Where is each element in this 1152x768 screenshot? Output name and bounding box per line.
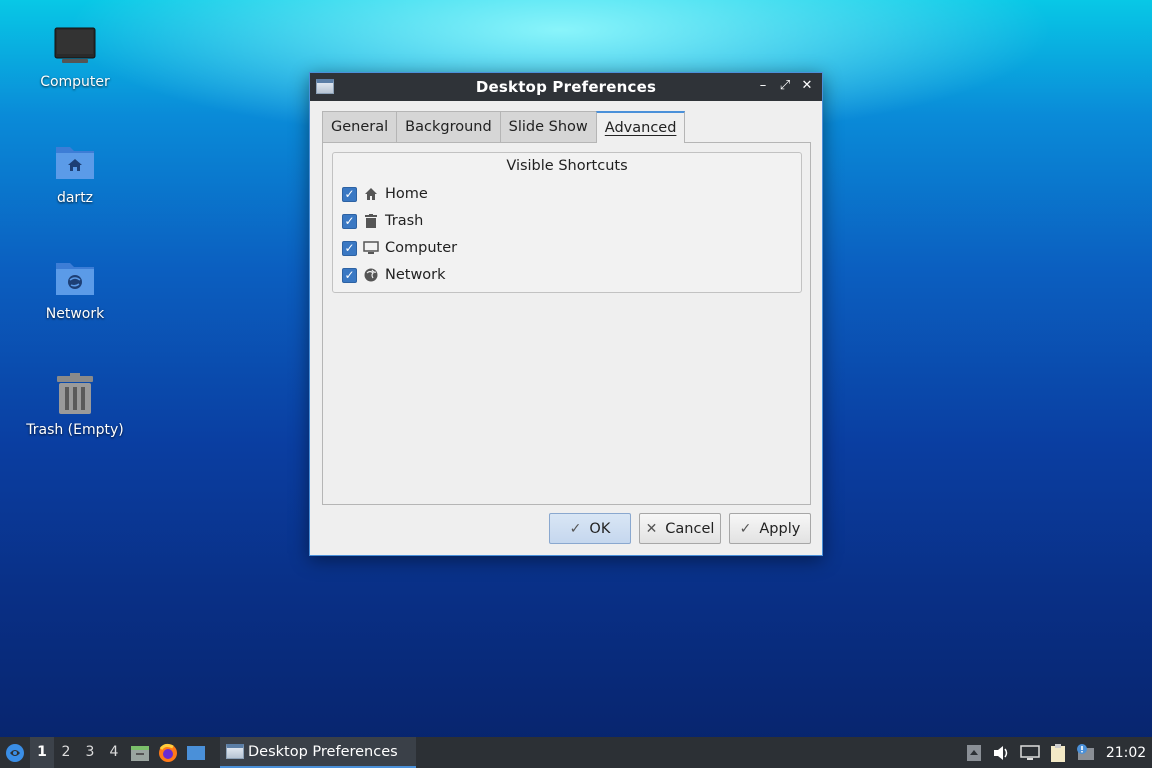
shortcut-row-network[interactable]: ✓ Network [342, 267, 446, 283]
desktop-icon-label: Computer [40, 74, 110, 90]
tab-general[interactable]: General [322, 111, 398, 142]
tray-expand-icon[interactable] [960, 737, 988, 768]
minimize-button[interactable]: – [754, 77, 772, 95]
taskbar-task-desktop-preferences[interactable]: Desktop Preferences [220, 737, 416, 768]
network-status-icon[interactable] [1016, 737, 1044, 768]
firefox-launcher[interactable] [154, 737, 182, 768]
show-desktop-button[interactable] [182, 737, 210, 768]
network-checkbox[interactable]: ✓ [342, 267, 357, 283]
tab-advanced[interactable]: Advanced [595, 111, 686, 143]
checkmark-icon: ✓ [569, 520, 582, 537]
trash-checkbox[interactable]: ✓ [342, 213, 357, 229]
task-label: Desktop Preferences [248, 743, 398, 760]
volume-icon[interactable] [988, 737, 1016, 768]
home-checkbox[interactable]: ✓ [342, 186, 357, 202]
home-icon [363, 186, 379, 202]
workspace-2[interactable]: 2 [54, 737, 78, 768]
tab-slide-show[interactable]: Slide Show [499, 111, 597, 142]
computer-checkbox[interactable]: ✓ [342, 240, 357, 256]
start-menu-button[interactable] [0, 737, 30, 768]
notification-icon[interactable] [1072, 737, 1100, 768]
shortcut-label: Computer [385, 240, 458, 256]
desktop-icon [187, 745, 205, 760]
computer-icon [53, 24, 97, 68]
home-folder-icon [53, 140, 97, 184]
desktop-icon-label: Network [45, 306, 105, 322]
computer-icon [363, 240, 379, 256]
desktop-icon-trash[interactable]: Trash (Empty) [20, 372, 130, 438]
workspace-1[interactable]: 1 [30, 737, 54, 768]
close-button[interactable]: ✕ [798, 77, 816, 95]
checkmark-icon: ✓ [739, 520, 752, 537]
dialog-title: Desktop Preferences [475, 78, 657, 96]
trash-icon [363, 213, 379, 229]
visible-shortcuts-group: Visible Shortcuts ✓ Home ✓ Trash ✓ Compu… [332, 152, 802, 293]
firefox-icon [159, 743, 177, 762]
window-icon [226, 744, 244, 759]
system-tray: 21:02 [960, 737, 1152, 768]
network-icon [363, 267, 379, 283]
desktop-icon-network[interactable]: Network [20, 256, 130, 322]
group-title: Visible Shortcuts [506, 158, 628, 174]
lxqt-logo-icon [6, 743, 24, 762]
cancel-button[interactable]: ✕ Cancel [639, 513, 721, 544]
file-manager-launcher[interactable] [126, 737, 154, 768]
shortcut-label: Trash [385, 213, 424, 229]
ok-button[interactable]: ✓ OK [549, 513, 631, 544]
tab-background[interactable]: Background [396, 111, 501, 142]
desktop-icon-home[interactable]: dartz [20, 140, 130, 206]
network-folder-icon [53, 256, 97, 300]
tab-bar: General Background Slide Show Advanced [322, 111, 686, 143]
apply-button[interactable]: ✓ Apply [729, 513, 811, 544]
window-icon [316, 79, 334, 94]
shortcut-label: Network [385, 267, 446, 283]
shortcut-row-computer[interactable]: ✓ Computer [342, 240, 457, 256]
desktop-icon-label: dartz [56, 190, 94, 206]
shortcut-row-trash[interactable]: ✓ Trash [342, 213, 423, 229]
trash-icon [53, 372, 97, 416]
shortcut-label: Home [385, 186, 428, 202]
desktop-icon-computer[interactable]: Computer [20, 24, 130, 90]
advanced-tab-panel: Visible Shortcuts ✓ Home ✓ Trash ✓ Compu… [322, 142, 811, 505]
maximize-button[interactable]: ⤢ [776, 77, 794, 95]
title-bar[interactable]: Desktop Preferences – ⤢ ✕ [310, 73, 822, 101]
workspace-3[interactable]: 3 [78, 737, 102, 768]
workspace-4[interactable]: 4 [102, 737, 126, 768]
desktop-preferences-dialog: Desktop Preferences – ⤢ ✕ General Backgr… [309, 72, 823, 556]
clipboard-icon[interactable] [1044, 737, 1072, 768]
clock[interactable]: 21:02 [1100, 745, 1152, 761]
shortcut-row-home[interactable]: ✓ Home [342, 186, 428, 202]
file-manager-icon [131, 745, 149, 761]
close-icon: ✕ [645, 520, 658, 537]
desktop-icon-label: Trash (Empty) [26, 422, 124, 438]
taskbar: 1 2 3 4 Desktop Preferences 21:02 [0, 737, 1152, 768]
